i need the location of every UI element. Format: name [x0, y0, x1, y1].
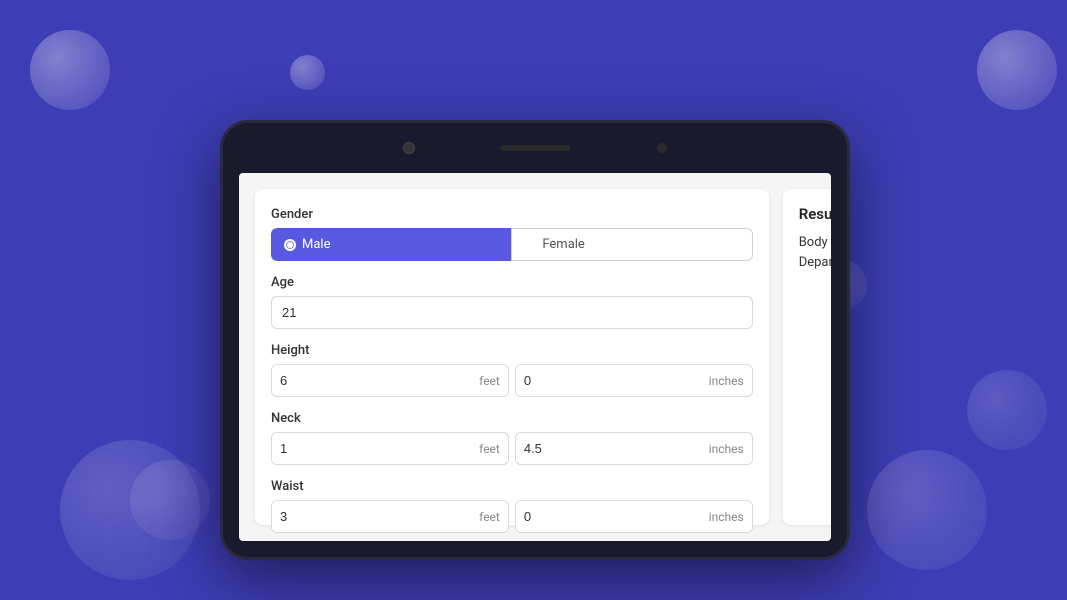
radio-female-icon [524, 239, 536, 251]
age-label: Age [271, 275, 753, 290]
tablet-device: Gender Male Female Age [220, 120, 850, 560]
neck-feet-wrap: feet [271, 432, 509, 465]
gender-male-label: Male [302, 237, 330, 252]
waist-label: Waist [271, 479, 753, 494]
neck-feet-input[interactable] [272, 433, 471, 464]
result-title: Result: [799, 205, 831, 223]
waist-feet-wrap: feet [271, 500, 509, 533]
waist-field-group: Waist feet inches [271, 479, 753, 533]
neck-feet-unit: feet [471, 434, 508, 464]
neck-measure-row: feet inches [271, 432, 753, 465]
tablet-screen: Gender Male Female Age [239, 173, 831, 541]
height-feet-input[interactable] [272, 365, 471, 396]
result-panel: Result: Body Fat = 18% You meet the Depa… [783, 189, 831, 525]
result-header: Result: [799, 205, 831, 223]
neck-field-group: Neck feet inches [271, 411, 753, 465]
height-inches-wrap: inches [515, 364, 753, 397]
waist-inches-unit: inches [701, 502, 752, 532]
neck-inches-unit: inches [701, 434, 752, 464]
neck-inches-input[interactable] [516, 433, 701, 464]
gender-field-group: Gender Male Female [271, 207, 753, 261]
height-feet-unit: feet [471, 366, 508, 396]
neck-inches-wrap: inches [515, 432, 753, 465]
tablet-top-bar [223, 123, 847, 173]
decorative-sphere-bl2 [130, 460, 210, 540]
decorative-sphere-br2 [967, 370, 1047, 450]
form-panel: Gender Male Female Age [255, 189, 769, 525]
waist-feet-unit: feet [471, 502, 508, 532]
age-input[interactable] [271, 296, 753, 329]
waist-inches-wrap: inches [515, 500, 753, 533]
neck-label: Neck [271, 411, 753, 426]
waist-feet-input[interactable] [272, 501, 471, 532]
camera-icon [403, 142, 415, 154]
decorative-sphere-sm [290, 55, 325, 90]
gender-toggle: Male Female [271, 228, 753, 261]
radio-male-icon [284, 239, 296, 251]
height-label: Height [271, 343, 753, 358]
height-field-group: Height feet inches [271, 343, 753, 397]
waist-inches-input[interactable] [516, 501, 701, 532]
gender-female-label: Female [542, 237, 584, 252]
decorative-sphere-tl [30, 30, 110, 110]
result-text: Body Fat = 18% You meet the Department o… [799, 233, 831, 272]
gender-male-option[interactable]: Male [271, 228, 511, 261]
front-camera-icon [657, 143, 667, 153]
height-inches-input[interactable] [516, 365, 701, 396]
age-field-group: Age [271, 275, 753, 329]
gender-female-option[interactable]: Female [511, 228, 752, 261]
decorative-sphere-bl [60, 440, 200, 580]
decorative-sphere-tr [977, 30, 1057, 110]
height-measure-row: feet inches [271, 364, 753, 397]
height-feet-wrap: feet [271, 364, 509, 397]
height-inches-unit: inches [701, 366, 752, 396]
speaker [500, 145, 570, 151]
gender-label: Gender [271, 207, 753, 222]
waist-measure-row: feet inches [271, 500, 753, 533]
decorative-sphere-br [867, 450, 987, 570]
